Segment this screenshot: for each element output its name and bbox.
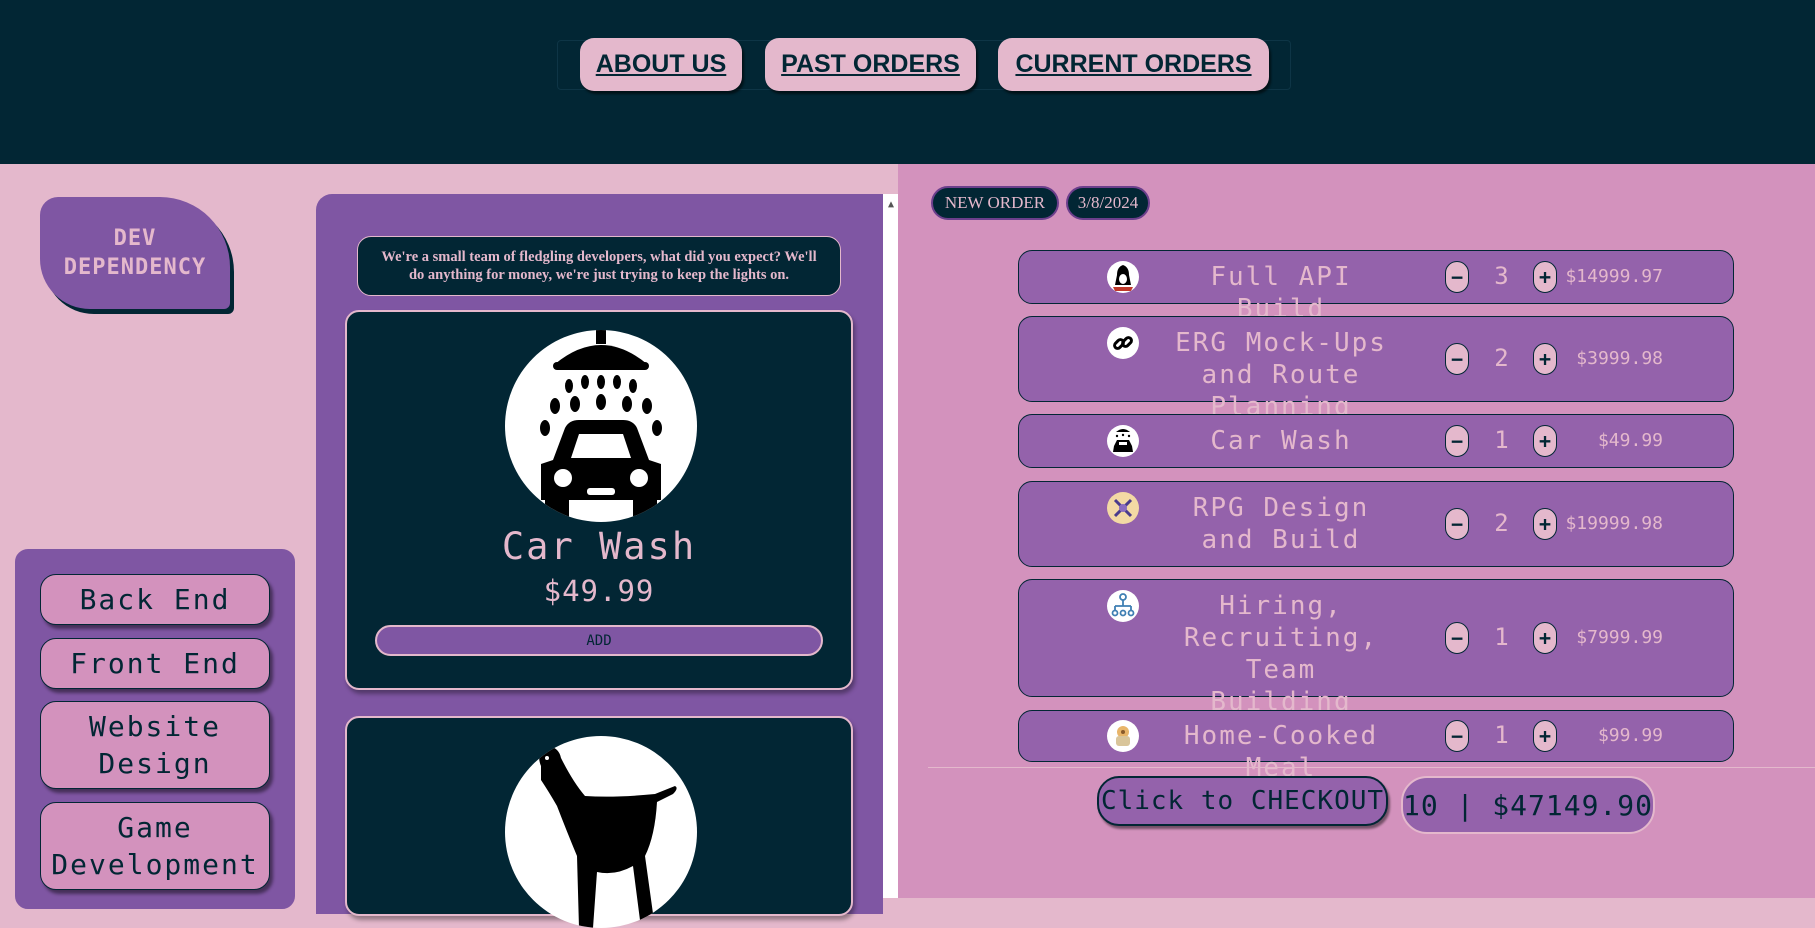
order-item-price: $7999.99 xyxy=(1576,627,1663,648)
services-scrollbar[interactable] xyxy=(883,194,899,898)
penguin-icon xyxy=(1107,261,1139,293)
order-item-quantity: 1 xyxy=(1494,426,1509,454)
link-icon xyxy=(1107,327,1139,359)
category-front-end-button[interactable]: Front End xyxy=(40,638,270,689)
car-wash-icon xyxy=(1107,425,1139,457)
order-item-price: $49.99 xyxy=(1597,430,1663,451)
category-back-end-button[interactable]: Back End xyxy=(40,574,270,625)
scroll-up-arrow-icon[interactable]: ▲ xyxy=(884,198,898,212)
order-item-name: Home-Cooked Meal xyxy=(1183,721,1379,783)
order-date-badge: 3/8/2024 xyxy=(1066,186,1150,220)
logo-line-2: DEPENDENCY xyxy=(63,255,207,280)
checkout-button[interactable]: Click to CHECKOUT xyxy=(1097,776,1388,826)
service-card: Car Wash $49.99 ADD xyxy=(345,310,853,690)
order-item: ERG Mock-Ups and Route Planning − 2 + $3… xyxy=(1018,316,1734,422)
decrease-quantity-button[interactable]: − xyxy=(1445,425,1469,457)
nav-current-orders-button[interactable]: CURRENT ORDERS xyxy=(998,38,1269,91)
team-icon xyxy=(1107,590,1139,622)
order-item: Home-Cooked Meal − 1 + $99.99 xyxy=(1018,710,1734,783)
car-wash-icon xyxy=(505,330,697,522)
order-item: Car Wash − 1 + $49.99 xyxy=(1018,414,1734,468)
order-item-quantity: 1 xyxy=(1494,623,1509,651)
category-website-design-button[interactable]: Website Design xyxy=(40,701,270,789)
order-item-price: $14999.97 xyxy=(1565,266,1663,287)
order-item-name: Car Wash xyxy=(1210,426,1352,456)
crossed-swords-icon xyxy=(1107,492,1139,524)
order-item-price: $99.99 xyxy=(1597,725,1663,746)
order-item-name: Hiring, Recruiting, Team Building xyxy=(1183,591,1379,717)
order-item-price: $19999.98 xyxy=(1565,513,1663,534)
logo-line-1: DEV xyxy=(113,226,157,251)
logo[interactable]: DEV DEPENDENCY xyxy=(40,197,230,309)
add-to-order-button[interactable]: ADD xyxy=(375,625,823,656)
order-total: 10 | $47149.90 xyxy=(1401,776,1655,834)
order-item-quantity: 3 xyxy=(1494,262,1509,290)
order-item: RPG Design and Build − 2 + $19999.98 xyxy=(1018,481,1734,567)
service-card xyxy=(345,716,853,928)
dog-icon xyxy=(505,736,697,928)
decrease-quantity-button[interactable]: − xyxy=(1445,343,1469,375)
decrease-quantity-button[interactable]: − xyxy=(1445,622,1469,654)
order-item: Hiring, Recruiting, Team Building − 1 + … xyxy=(1018,579,1734,717)
meal-icon xyxy=(1107,720,1139,752)
decrease-quantity-button[interactable]: − xyxy=(1445,261,1469,293)
category-game-development-button[interactable]: Game Development xyxy=(40,802,270,890)
order-divider xyxy=(928,767,1815,768)
order-item: Full API Build − 3 + $14999.97 xyxy=(1018,250,1734,324)
decrease-quantity-button[interactable]: − xyxy=(1445,508,1469,540)
nav-past-orders-button[interactable]: PAST ORDERS xyxy=(765,38,976,91)
order-item-price: $3999.98 xyxy=(1576,348,1663,369)
order-item-name: RPG Design and Build xyxy=(1192,493,1370,555)
order-item-name: ERG Mock-Ups and Route Planning xyxy=(1175,328,1387,422)
order-item-quantity: 1 xyxy=(1494,721,1509,749)
nav-about-us-button[interactable]: ABOUT US xyxy=(580,38,742,91)
order-status-badge: NEW ORDER xyxy=(931,186,1059,220)
company-tagline: We're a small team of fledgling develope… xyxy=(357,236,841,296)
service-price: $49.99 xyxy=(543,574,655,608)
order-item-quantity: 2 xyxy=(1494,344,1509,372)
service-name: Car Wash xyxy=(501,525,697,568)
decrease-quantity-button[interactable]: − xyxy=(1445,720,1469,752)
order-item-quantity: 2 xyxy=(1494,509,1509,537)
